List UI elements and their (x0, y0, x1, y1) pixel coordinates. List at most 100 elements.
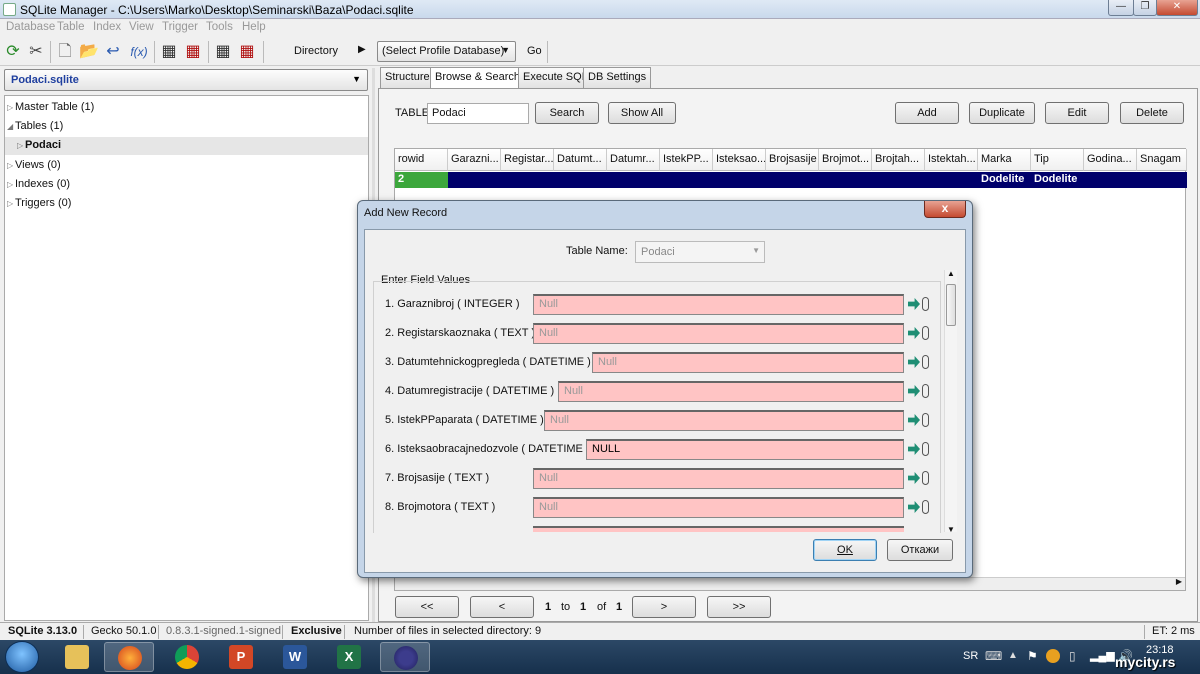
directory-arrow-icon[interactable]: ▶ (358, 44, 366, 55)
reconnect-icon[interactable]: ⟳ (2, 41, 24, 63)
tab-structure[interactable]: Structure (380, 67, 435, 88)
table-row[interactable]: 2 Dodelite Dodelite (395, 172, 1187, 188)
go-button[interactable]: Go (527, 45, 542, 57)
taskbar-file-explorer[interactable] (52, 642, 102, 672)
paperclip-icon[interactable] (922, 326, 929, 340)
scrollbar-thumb[interactable] (946, 284, 956, 326)
paperclip-icon[interactable] (922, 471, 929, 485)
column-header[interactable]: Isteksao... (713, 149, 766, 171)
menu-database[interactable]: Database (6, 21, 55, 33)
field-input-7[interactable]: Null (533, 468, 904, 489)
column-header[interactable]: Snagam (1137, 149, 1187, 171)
dialog-close-button[interactable]: x (924, 201, 966, 218)
previous-page-button[interactable]: < (470, 596, 534, 618)
tree-item-indexes[interactable]: ▷ Indexes (0) (7, 178, 70, 190)
arrow-right-icon[interactable] (908, 501, 920, 513)
column-header[interactable]: Tip (1031, 149, 1084, 171)
column-header[interactable]: Brojmot... (819, 149, 872, 171)
column-header[interactable]: rowid (395, 149, 448, 171)
arrow-right-icon[interactable] (908, 327, 920, 339)
column-header[interactable]: Brojsasije (766, 149, 819, 171)
tree-item-master-table[interactable]: ▷ Master Table (1) (7, 101, 94, 113)
column-header[interactable]: Datumt... (554, 149, 607, 171)
arrow-right-icon[interactable] (908, 472, 920, 484)
column-header[interactable]: Registar... (501, 149, 554, 171)
field-input-6[interactable]: NULL (586, 439, 904, 460)
arrow-right-icon[interactable] (908, 385, 920, 397)
column-header[interactable]: Godina... (1084, 149, 1137, 171)
field-input-4[interactable]: Null (558, 381, 904, 402)
last-page-button[interactable]: >> (707, 596, 771, 618)
scroll-up-icon[interactable]: ▲ (947, 269, 955, 278)
tools-icon[interactable]: ✂ (25, 41, 47, 63)
add-button[interactable]: Add (895, 102, 959, 124)
field-input-5[interactable]: Null (544, 410, 904, 431)
taskbar-firefox[interactable] (104, 642, 154, 672)
column-header[interactable]: Brojtah... (872, 149, 925, 171)
paperclip-icon[interactable] (922, 297, 929, 311)
tree-item-tables[interactable]: ◢ Tables (1) (7, 120, 63, 132)
menu-trigger[interactable]: Trigger (162, 21, 198, 33)
function-icon[interactable]: f(x) (126, 41, 152, 63)
paperclip-icon[interactable] (922, 384, 929, 398)
create-table-icon[interactable]: ▦ (158, 41, 180, 63)
tab-execute-sql[interactable]: Execute SQL (518, 67, 593, 88)
column-header[interactable]: Marka (978, 149, 1031, 171)
column-header[interactable]: IstekPP... (660, 149, 713, 171)
show-all-button[interactable]: Show All (608, 102, 676, 124)
tree-item-podaci[interactable]: ▷ Podaci (5, 137, 368, 155)
export-icon[interactable]: ↩ (102, 41, 124, 63)
tree-item-views[interactable]: ▷ Views (0) (7, 159, 61, 171)
new-database-icon[interactable]: 🗋 (54, 41, 76, 63)
scroll-right-icon[interactable]: ▶ (1176, 577, 1182, 586)
network-icon[interactable]: ▂▄▆ (1090, 649, 1115, 662)
tray-up-arrow-icon[interactable]: ▲ (1008, 650, 1018, 661)
arrow-right-icon[interactable] (908, 356, 920, 368)
taskbar-excel[interactable]: X (324, 642, 374, 672)
column-header[interactable]: Garazni... (448, 149, 501, 171)
row-cell-rowid[interactable]: 2 (395, 172, 448, 188)
power-icon[interactable]: ▯ (1069, 649, 1076, 663)
windows-start-icon[interactable] (5, 641, 39, 673)
taskbar-powerpoint[interactable]: P (216, 642, 266, 672)
scroll-down-icon[interactable]: ▼ (947, 525, 955, 534)
delete-button[interactable]: Delete (1120, 102, 1184, 124)
tray-app-icon[interactable] (1046, 649, 1060, 663)
ok-button[interactable]: OK (813, 539, 877, 561)
tree-item-triggers[interactable]: ▷ Triggers (0) (7, 197, 71, 209)
paperclip-icon[interactable] (922, 355, 929, 369)
keyboard-icon[interactable]: ⌨ (985, 649, 1002, 663)
profile-database-select[interactable]: (Select Profile Database) ▼ (377, 41, 516, 62)
horizontal-scrollbar[interactable]: ▶ (395, 577, 1185, 590)
paperclip-icon[interactable] (922, 500, 929, 514)
menu-index[interactable]: Index (93, 21, 121, 33)
column-header[interactable]: Istektah... (925, 149, 978, 171)
field-input-8[interactable]: Null (533, 497, 904, 518)
field-input-9-partial[interactable] (533, 526, 904, 532)
tab-db-settings[interactable]: DB Settings (583, 67, 652, 88)
duplicate-button[interactable]: Duplicate (969, 102, 1035, 124)
taskbar-word[interactable]: W (270, 642, 320, 672)
menu-help[interactable]: Help (242, 21, 266, 33)
arrow-right-icon[interactable] (908, 443, 920, 455)
taskbar-eclipse[interactable] (380, 642, 430, 672)
field-input-2[interactable]: Null (533, 323, 904, 344)
table-name-field[interactable]: Podaci (427, 103, 529, 124)
drop-table-icon[interactable]: ▦ (182, 41, 204, 63)
cancel-button[interactable]: Откажи (887, 539, 953, 561)
drop-index-icon[interactable]: ▦ (236, 41, 258, 63)
next-page-button[interactable]: > (632, 596, 696, 618)
tab-browse-search[interactable]: Browse & Search (430, 67, 525, 89)
field-input-1[interactable]: Null (533, 294, 904, 315)
arrow-right-icon[interactable] (908, 298, 920, 310)
fields-vertical-scrollbar[interactable]: ▲ ▼ (944, 269, 957, 534)
arrow-right-icon[interactable] (908, 414, 920, 426)
database-select[interactable]: Podaci.sqlite ▼ (4, 69, 368, 91)
open-database-icon[interactable]: 📂 (78, 41, 100, 63)
field-input-3[interactable]: Null (592, 352, 904, 373)
first-page-button[interactable]: << (395, 596, 459, 618)
maximize-button[interactable]: ❐ (1133, 0, 1157, 16)
search-button[interactable]: Search (535, 102, 599, 124)
menu-table[interactable]: Table (57, 21, 85, 33)
flag-icon[interactable]: ⚑ (1027, 649, 1038, 663)
